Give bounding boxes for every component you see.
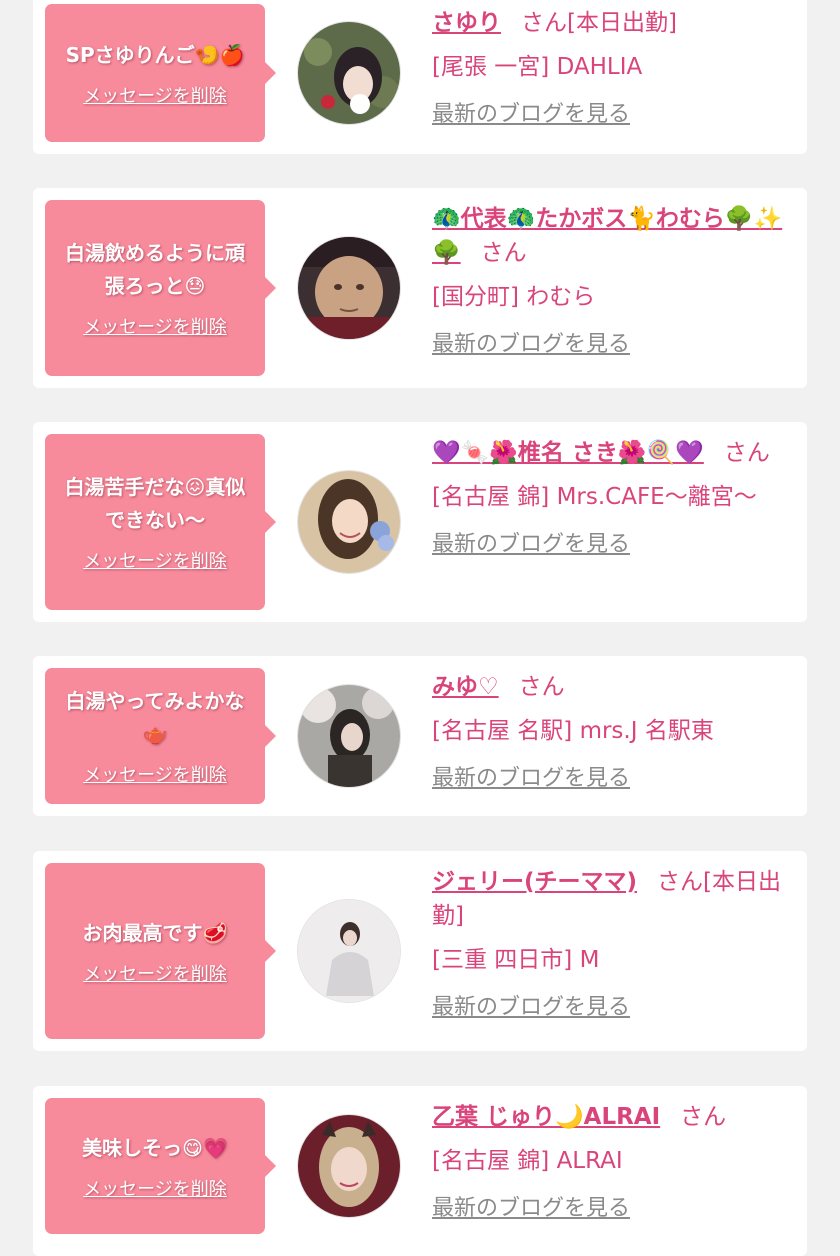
- cast-name-link[interactable]: 乙葉 じゅり🌙ALRAI: [432, 1104, 660, 1130]
- shop-label: [三重 四日市] M: [432, 947, 600, 973]
- message-text: 白湯飲めるように頑張ろっと😓: [65, 241, 245, 298]
- avatar-photo-icon: [298, 471, 400, 573]
- avatar[interactable]: [298, 685, 400, 787]
- avatar-photo-icon: [298, 900, 400, 1002]
- shop-label: [国分町] わむら: [432, 284, 596, 310]
- cast-suffix: さん: [680, 1104, 727, 1130]
- cast-info: 🦚代表🦚たかボス🐈わむら🌳✨🌳 さん [国分町] わむら 最新のブログを見る: [432, 202, 788, 360]
- message-text: お肉最高です🥩: [82, 920, 228, 945]
- message-text: SPさゆりんご🍤🍎: [65, 42, 245, 67]
- message-card: SPさゆりんご🍤🍎 メッセージを削除 さゆり さん[本日出勤] [尾張 一宮] D…: [33, 0, 807, 154]
- latest-blog-link[interactable]: 最新のブログを見る: [432, 100, 630, 130]
- latest-blog-link[interactable]: 最新のブログを見る: [432, 1194, 630, 1224]
- message-bubble: 白湯やってみよかな🫖 メッセージを削除: [45, 668, 276, 804]
- cast-suffix: さん: [480, 240, 527, 266]
- cast-info: さゆり さん[本日出勤] [尾張 一宮] DAHLIA 最新のブログを見る: [432, 6, 788, 130]
- avatar[interactable]: [298, 22, 400, 124]
- latest-blog-link[interactable]: 最新のブログを見る: [432, 530, 630, 560]
- message-text: 白湯やってみよかな🫖: [65, 689, 245, 746]
- cast-info: 💜🍬🌺椎名 さき🌺🍭💜 さん [名古屋 錦] Mrs.CAFE〜離宮〜 最新のブロ…: [432, 436, 788, 560]
- message-bubble: SPさゆりんご🍤🍎 メッセージを削除: [45, 4, 276, 142]
- delete-message-link[interactable]: メッセージを削除: [83, 761, 227, 787]
- cast-name-link[interactable]: 💜🍬🌺椎名 さき🌺🍭💜: [432, 440, 704, 466]
- cast-suffix: さん: [518, 674, 565, 700]
- message-text: 白湯苦手だな😖真似できない〜: [64, 475, 246, 532]
- message-card: 白湯やってみよかな🫖 メッセージを削除 みゆ♡ さん [名古屋 名駅] mrs.J…: [33, 656, 807, 816]
- avatar[interactable]: [298, 1115, 400, 1217]
- message-text: 美味しそっ😋💗: [82, 1135, 228, 1160]
- cast-name-link[interactable]: さゆり: [432, 10, 501, 36]
- message-card: 白湯飲めるように頑張ろっと😓 メッセージを削除 🦚代表🦚たかボス🐈わむら🌳✨🌳 さ…: [33, 188, 807, 388]
- cast-suffix: さん[本日出勤]: [521, 10, 677, 36]
- cast-info: みゆ♡ さん [名古屋 名駅] mrs.J 名駅東 最新のブログを見る: [432, 670, 788, 794]
- shop-label: [名古屋 錦] Mrs.CAFE〜離宮〜: [432, 484, 757, 510]
- delete-message-link[interactable]: メッセージを削除: [83, 313, 227, 339]
- message-bubble: 白湯飲めるように頑張ろっと😓 メッセージを削除: [45, 200, 276, 376]
- cast-name-link[interactable]: ジェリー(チーママ): [432, 869, 637, 895]
- latest-blog-link[interactable]: 最新のブログを見る: [432, 330, 630, 360]
- avatar[interactable]: [298, 237, 400, 339]
- delete-message-link[interactable]: メッセージを削除: [83, 547, 227, 573]
- message-card: お肉最高です🥩 メッセージを削除 ジェリー(チーママ) さん[本日出勤] [三重 …: [33, 851, 807, 1051]
- cast-suffix: さん: [723, 440, 770, 466]
- shop-label: [名古屋 名駅] mrs.J 名駅東: [432, 718, 714, 744]
- avatar[interactable]: [298, 471, 400, 573]
- delete-message-link[interactable]: メッセージを削除: [83, 960, 227, 986]
- shop-label: [名古屋 錦] ALRAI: [432, 1148, 623, 1174]
- latest-blog-link[interactable]: 最新のブログを見る: [432, 993, 630, 1023]
- avatar-photo-icon: [298, 22, 400, 124]
- message-card: 白湯苦手だな😖真似できない〜 メッセージを削除 💜🍬🌺椎名 さき🌺🍭💜 さん [名…: [33, 422, 807, 622]
- cast-info: 乙葉 じゅり🌙ALRAI さん [名古屋 錦] ALRAI 最新のブログを見る: [432, 1100, 788, 1224]
- avatar-photo-icon: [298, 1115, 400, 1217]
- message-bubble: お肉最高です🥩 メッセージを削除: [45, 863, 276, 1039]
- delete-message-link[interactable]: メッセージを削除: [83, 1175, 227, 1201]
- latest-blog-link[interactable]: 最新のブログを見る: [432, 764, 630, 794]
- avatar[interactable]: [298, 900, 400, 1002]
- avatar-photo-icon: [298, 685, 400, 787]
- shop-label: [尾張 一宮] DAHLIA: [432, 54, 643, 80]
- message-card: 美味しそっ😋💗 メッセージを削除 乙葉 じゅり🌙ALRAI さん [名古屋 錦] …: [33, 1086, 807, 1256]
- message-bubble: 白湯苦手だな😖真似できない〜 メッセージを削除: [45, 434, 276, 610]
- message-bubble: 美味しそっ😋💗 メッセージを削除: [45, 1098, 276, 1234]
- delete-message-link[interactable]: メッセージを削除: [83, 82, 227, 108]
- cast-info: ジェリー(チーママ) さん[本日出勤] [三重 四日市] M 最新のブログを見る: [432, 865, 788, 1023]
- avatar-photo-icon: [298, 237, 400, 339]
- cast-name-link[interactable]: みゆ♡: [432, 674, 499, 700]
